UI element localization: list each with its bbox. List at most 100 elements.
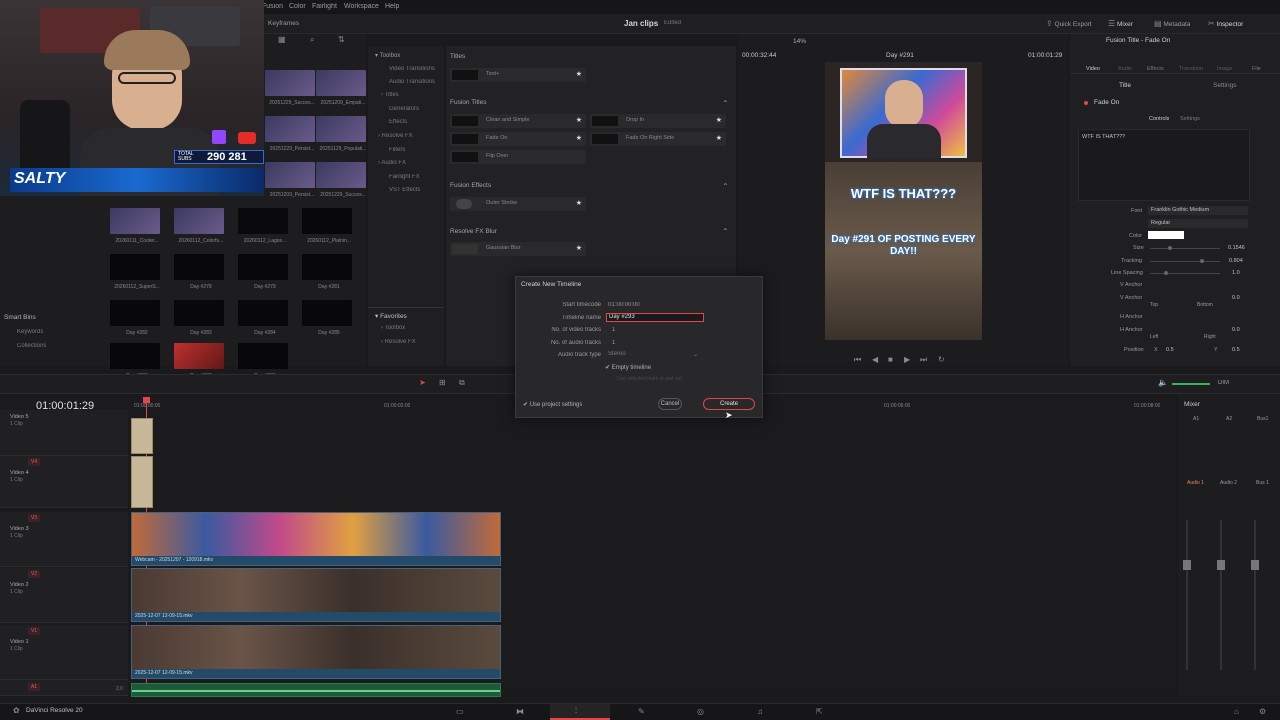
effects-vst[interactable]: VST Effects [389,187,420,193]
grid-view-icon[interactable]: ▦ [278,36,286,44]
blade-tool-icon[interactable]: ⧉ [459,379,465,387]
media-thumbnail[interactable]: Day #279 [238,254,288,290]
selection-tool-icon[interactable]: ➤ [419,379,426,387]
skip-back-icon[interactable]: ⏮ [854,356,861,364]
track-badge[interactable]: V4 [28,458,40,466]
effects-item-audio-transitions[interactable]: Audio Transitions [389,79,435,85]
inspector-tab-transition[interactable]: Transition [1179,66,1203,72]
effects-audio-fx[interactable]: › Audio FX [378,160,406,166]
line-spacing-slider[interactable] [1150,271,1220,275]
audio-type-select[interactable]: Stereo ⌄ [608,351,704,359]
media-thumbnail[interactable]: 20260112_Colorfu... [174,208,224,244]
viewer-zoom[interactable]: 14% [793,38,806,45]
favorites-header[interactable]: ▾ Favorites [375,312,407,320]
create-button[interactable]: Create [703,398,755,410]
track-badge[interactable]: V1 [28,627,40,635]
inspector-toggle-button[interactable]: ✂ Inspector [1208,20,1243,28]
font-select[interactable]: Franklin Gothic Medium [1148,206,1248,215]
effects-item-effects[interactable]: Effects [389,119,407,125]
speaker-icon[interactable]: 🔈 [1158,379,1168,387]
timeline-name-input[interactable]: Day #293 [606,313,704,322]
inspector-tab-file[interactable]: File [1252,66,1261,72]
mixer-toggle-button[interactable]: ☰ Mixer [1108,20,1133,28]
collections-bin[interactable]: Collections [17,343,46,349]
collapse-icon[interactable]: ⌃ [722,183,729,191]
effects-item-video-transitions[interactable]: Video Transitions [389,66,435,72]
media-thumbnail[interactable]: Day #281 [302,254,352,290]
menu-fairlight[interactable]: Fairlight [312,3,337,10]
metadata-toggle-button[interactable]: ▤ Metadata [1154,20,1190,28]
position-x-value[interactable]: 0.5 [1166,347,1174,353]
color-swatch[interactable] [1148,231,1184,239]
media-thumbnail[interactable]: Day #283 [174,300,224,336]
fusion-page-icon[interactable]: ✎ [638,707,645,716]
dim-button[interactable]: DIM [1218,380,1229,386]
favorites-toolbox[interactable]: › Toolbox [381,325,405,331]
media-thumbnail[interactable]: 20251129_Populati... [316,116,366,152]
menu-workspace[interactable]: Workspace [344,3,379,10]
controls-settings-tab[interactable]: Settings [1180,116,1200,122]
media-thumbnail[interactable]: Day #286 [110,343,160,379]
effect-clean-and-simple[interactable]: Clean and Simple ★ [450,114,586,128]
favorite-star-icon[interactable]: ★ [576,116,582,124]
media-thumbnail[interactable]: 20251229_Succes... [316,162,366,198]
media-thumbnail[interactable]: 20251229_Succes... [265,70,315,106]
effects-filters[interactable]: Filters [389,147,405,153]
empty-timeline-checkbox[interactable]: ✔ Empty timeline [605,364,651,371]
menu-fusion[interactable]: Fusion [262,3,283,10]
settings-gear-icon[interactable]: ⚙ [1259,707,1266,716]
stop-icon[interactable]: ■ [888,356,893,364]
trim-tool-icon[interactable]: ⊞ [439,379,446,387]
favorites-resolve-fx[interactable]: › Resolve FX [381,339,416,345]
fader-knob[interactable] [1251,560,1259,570]
effects-fairlight-fx[interactable]: Fairlight FX [389,174,420,180]
media-thumbnail[interactable]: Day #284 [238,300,288,336]
slider-thumb[interactable] [1200,259,1204,263]
track-header[interactable]: A1 [0,680,128,696]
favorite-star-icon[interactable]: ★ [716,134,722,142]
favorite-star-icon[interactable]: ★ [576,244,582,252]
slider-thumb[interactable] [1164,271,1168,275]
effect-text-plus[interactable]: Text+ ★ [450,68,586,82]
track-header[interactable]: Video 51 Clip [0,410,128,456]
favorite-star-icon[interactable]: ★ [576,70,582,78]
fader-audio2[interactable] [1217,520,1225,670]
style-select[interactable]: Regular [1148,219,1248,228]
favorite-star-icon[interactable]: ★ [716,116,722,124]
media-thumbnail[interactable]: 20260112_SuperS... [110,254,160,290]
menu-color[interactable]: Color [289,3,306,10]
effect-fade-on[interactable]: Fade On ★ [450,132,586,146]
track-header[interactable]: V1 Video 11 Clip [0,625,128,680]
loop-icon[interactable]: ↻ [938,356,945,364]
color-page-icon[interactable]: ◎ [697,707,704,716]
media-thumbnail[interactable]: 20251209_Persist... [265,162,315,198]
media-thumbnail[interactable]: Day #289 [238,343,288,379]
media-thumbnail[interactable]: Day #288 [174,343,224,379]
effects-resolve-fx[interactable]: › Resolve FX [378,133,413,139]
media-page-icon[interactable]: ▭ [456,707,464,716]
controls-tab[interactable]: Controls [1149,116,1169,122]
v-justify-value[interactable]: 0.0 [1232,295,1240,301]
track-badge[interactable]: A1 [28,683,40,691]
fader-knob[interactable] [1217,560,1225,570]
menu-help[interactable]: Help [385,3,399,10]
search-icon[interactable]: ⌕ [310,36,314,44]
collapse-icon[interactable]: ⌃ [722,100,729,108]
start-timecode-value[interactable]: 01:00:00:00 [608,302,640,308]
effects-toolbox[interactable]: ▾ Toolbox [375,52,400,59]
slider-thumb[interactable] [1168,246,1172,250]
inspector-subtab-settings[interactable]: Settings [1213,82,1237,89]
sort-icon[interactable]: ⇅ [338,36,345,44]
media-thumbnail[interactable]: 20251229_Persist... [265,116,315,152]
play-icon[interactable]: ▶ [904,356,910,364]
effects-item-titles[interactable]: › Titles [381,92,399,98]
clip-gameplay-v1[interactable]: 2025-12-07 12-09-15.mkv [131,625,501,679]
playhead-marker[interactable] [143,397,150,403]
track-badge[interactable]: V2 [28,570,40,578]
effect-fade-on-right-side[interactable]: Fade On Right Side ★ [590,132,726,146]
use-selected-mark[interactable]: Use selected mark in and out [617,376,682,382]
text-input-box[interactable]: WTF IS THAT??? [1078,129,1250,201]
volume-slider[interactable] [1172,383,1210,385]
fader-bus1[interactable] [1251,520,1259,670]
effect-flip-over[interactable]: Flip Over [450,150,586,164]
